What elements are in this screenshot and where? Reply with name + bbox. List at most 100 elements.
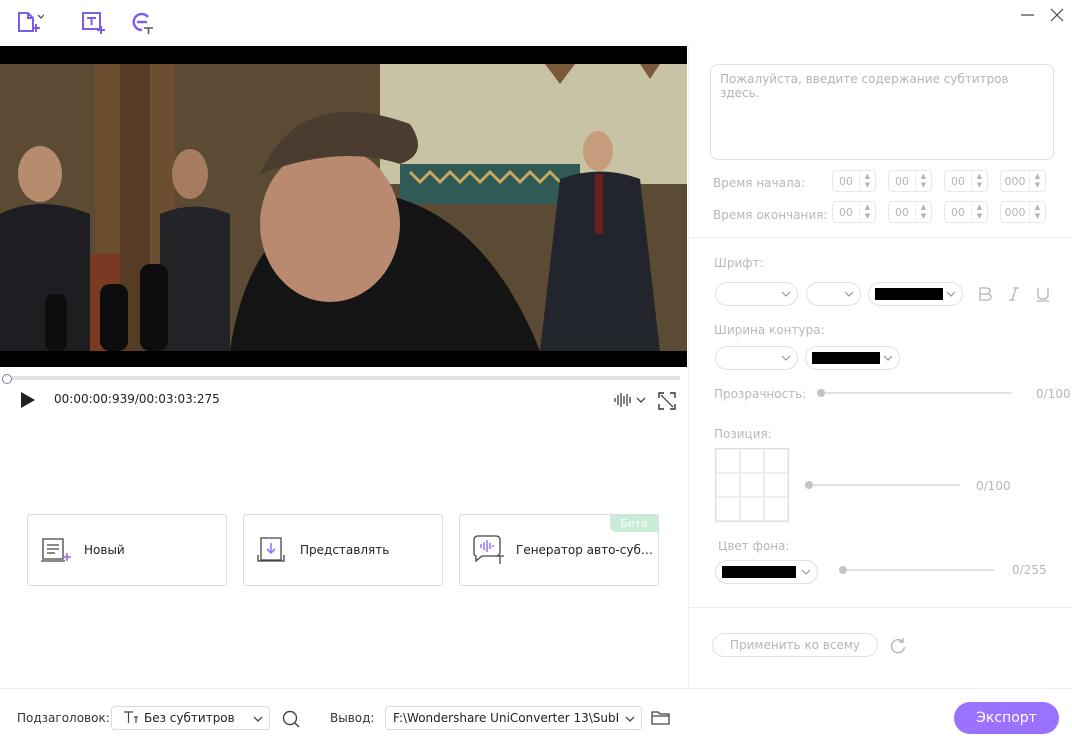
start-hours-stepper[interactable]: 00 ▲ ▼ [832, 170, 876, 192]
outline-width-select[interactable] [715, 346, 798, 370]
end-minutes-stepper[interactable]: 00 ▲ ▼ [888, 201, 932, 223]
start-seconds-stepper[interactable]: 00 ▲ ▼ [944, 170, 988, 192]
stepper-arrows[interactable]: ▲ ▼ [1029, 171, 1045, 191]
search-icon [282, 710, 300, 728]
transparency-value: 0/100 [1036, 387, 1071, 401]
export-button[interactable]: Экспорт [954, 702, 1059, 734]
bold-icon [979, 287, 992, 301]
start-ms-stepper[interactable]: 000 ▲ ▼ [1000, 170, 1046, 192]
top-toolbar [0, 0, 1072, 46]
position-cell[interactable] [716, 449, 740, 473]
play-button[interactable] [19, 391, 37, 409]
font-size-select[interactable] [806, 282, 861, 306]
position-cell[interactable] [740, 449, 764, 473]
fullscreen-button[interactable] [658, 392, 676, 410]
position-label: Позиция: [714, 427, 772, 441]
close-button[interactable] [1047, 5, 1067, 25]
chevron-down-icon [946, 291, 956, 297]
video-preview[interactable] [0, 46, 687, 367]
add-subtitle-icon [82, 12, 105, 34]
new-subtitle-card[interactable]: Новый [27, 514, 227, 586]
audio-track-button[interactable] [612, 391, 648, 409]
folder-icon [651, 711, 670, 725]
start-time-label: Время начала: [713, 176, 806, 190]
output-path-select[interactable]: F:\Wondershare UniConverter 13\SubEdi [385, 706, 642, 730]
chevron-down-icon [844, 291, 854, 297]
beta-badge: Бета [610, 515, 658, 532]
subtitle-track-label: Подзаголовок: [17, 711, 110, 725]
font-color-select[interactable] [868, 282, 963, 306]
import-icon [252, 530, 292, 570]
search-subtitle-button[interactable] [281, 709, 301, 729]
progress-thumb[interactable] [2, 374, 12, 384]
position-cell[interactable] [740, 497, 764, 521]
apply-to-all-button[interactable]: Применить ко всему [712, 633, 878, 657]
stepper-arrows[interactable]: ▲ ▼ [915, 202, 931, 222]
stepper-arrows[interactable]: ▲ ▼ [971, 202, 987, 222]
stepper-arrows[interactable]: ▲ ▼ [859, 171, 875, 191]
output-label: Вывод: [330, 711, 375, 725]
position-cell[interactable] [764, 449, 788, 473]
end-time-label: Время окончания: [713, 208, 828, 222]
underline-button[interactable] [1035, 286, 1051, 306]
transparency-slider-thumb[interactable] [817, 389, 825, 397]
add-subtitle-button[interactable] [80, 9, 108, 37]
add-file-button[interactable] [16, 9, 44, 37]
stepper-arrows[interactable]: ▲ ▼ [1029, 202, 1045, 222]
position-cell[interactable] [740, 473, 764, 497]
new-subtitle-icon [36, 530, 76, 570]
subtitle-track-select[interactable]: Без субтитров [111, 706, 270, 730]
auto-subtitle-card[interactable]: Бета Генератор авто-субтитров [459, 514, 659, 586]
bg-color-label: Цвет фона: [718, 539, 790, 553]
color-swatch [812, 352, 880, 364]
start-minutes-stepper[interactable]: 00 ▲ ▼ [888, 170, 932, 192]
minimize-icon [1021, 14, 1034, 16]
bg-opacity-slider[interactable] [842, 569, 994, 571]
add-media-icon [132, 12, 153, 34]
bold-button[interactable] [977, 286, 993, 306]
outline-color-select[interactable] [805, 346, 900, 370]
italic-icon [1009, 287, 1019, 301]
position-slider-thumb[interactable] [805, 481, 813, 489]
card-label: Генератор авто-субтитров [516, 543, 656, 557]
stepper-arrows[interactable]: ▲ ▼ [971, 171, 987, 191]
font-family-select[interactable] [715, 282, 798, 306]
card-label: Представлять [300, 543, 390, 557]
position-cell[interactable] [764, 473, 788, 497]
stepper-arrows[interactable]: ▲ ▼ [859, 202, 875, 222]
stepper-arrows[interactable]: ▲ ▼ [915, 171, 931, 191]
subtitle-text-input[interactable]: Пожалуйста, введите содержание субтитров… [710, 64, 1054, 160]
progress-track[interactable] [6, 376, 680, 380]
divider [689, 607, 1072, 608]
position-grid[interactable] [715, 448, 789, 522]
font-label: Шрифт: [714, 256, 764, 270]
reset-button[interactable] [889, 637, 907, 655]
outline-width-label: Ширина контура: [714, 323, 825, 337]
underline-icon [1037, 288, 1049, 302]
bg-opacity-slider-thumb[interactable] [839, 566, 847, 574]
end-ms-stepper[interactable]: 000 ▲ ▼ [1000, 201, 1046, 223]
chevron-down-icon [253, 716, 263, 722]
position-cell[interactable] [764, 497, 788, 521]
italic-button[interactable] [1006, 286, 1022, 306]
bg-color-select[interactable] [715, 560, 818, 584]
open-folder-button[interactable] [651, 709, 671, 727]
position-cell[interactable] [716, 497, 740, 521]
add-media-button[interactable] [129, 9, 157, 37]
add-file-icon [18, 12, 44, 32]
video-frame [0, 64, 687, 351]
chevron-down-icon [781, 355, 791, 361]
end-seconds-stepper[interactable]: 00 ▲ ▼ [944, 201, 988, 223]
fullscreen-icon [658, 392, 676, 410]
position-cell[interactable] [716, 473, 740, 497]
auto-subtitle-icon [468, 530, 508, 570]
card-label: Новый [84, 543, 125, 557]
chevron-down-icon [781, 291, 791, 297]
import-card[interactable]: Представлять [243, 514, 443, 586]
end-hours-stepper[interactable]: 00 ▲ ▼ [832, 201, 876, 223]
transparency-slider[interactable] [820, 392, 1012, 394]
text-icon [124, 711, 138, 723]
minimize-button[interactable] [1018, 5, 1038, 25]
waveform-icon [614, 393, 646, 407]
position-slider[interactable] [808, 484, 960, 486]
